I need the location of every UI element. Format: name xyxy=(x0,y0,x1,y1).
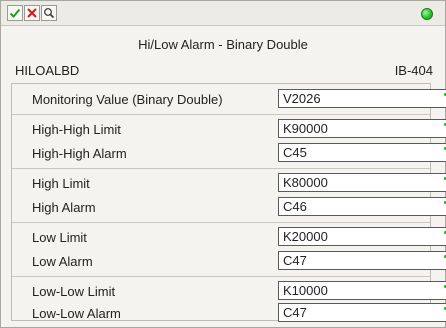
param-label: High-High Alarm xyxy=(32,146,127,161)
param-row-high-high-alarm: High-High Alarm C45 xyxy=(12,140,446,166)
param-label: Monitoring Value (Binary Double) xyxy=(32,92,223,107)
accept-button[interactable] xyxy=(7,5,23,21)
monitoring-value-field[interactable]: V2026 xyxy=(278,89,446,108)
param-row-low-limit: Low Limit K20000 xyxy=(12,224,446,250)
low-low-alarm-field[interactable]: C47 xyxy=(278,303,446,322)
parameter-panel: Monitoring Value (Binary Double) V2026 H… xyxy=(11,83,446,322)
param-row-high-limit: High Limit K80000 xyxy=(12,170,446,196)
accept-icon xyxy=(9,8,21,18)
instruction-dialog: Hi/Low Alarm - Binary Double HILOALBD IB… xyxy=(0,0,446,328)
high-alarm-field[interactable]: C46 xyxy=(278,197,446,216)
param-row-monitoring-value: Monitoring Value (Binary Double) V2026 xyxy=(12,86,446,112)
cancel-button[interactable] xyxy=(24,5,40,21)
param-label: Low Alarm xyxy=(32,254,93,269)
high-high-alarm-field[interactable]: C45 xyxy=(278,143,446,162)
param-row-low-alarm: Low Alarm C47 xyxy=(12,248,446,274)
low-limit-field[interactable]: K20000 xyxy=(278,227,446,246)
param-row-high-alarm: High Alarm C46 xyxy=(12,194,446,220)
param-label: Low-Low Alarm xyxy=(32,306,121,321)
cancel-icon xyxy=(27,8,37,18)
status-led-icon xyxy=(421,8,433,20)
instruction-code: HILOALBD xyxy=(15,63,80,78)
param-label: Low Limit xyxy=(32,230,87,245)
param-label: Low-Low Limit xyxy=(32,284,116,299)
param-label: High-High Limit xyxy=(32,122,121,137)
high-high-limit-field[interactable]: K90000 xyxy=(278,119,446,138)
divider xyxy=(12,276,430,277)
divider xyxy=(12,168,430,169)
low-alarm-field[interactable]: C47 xyxy=(278,251,446,270)
high-limit-field[interactable]: K80000 xyxy=(278,173,446,192)
help-button[interactable] xyxy=(41,5,57,21)
low-low-limit-field[interactable]: K10000 xyxy=(278,281,446,300)
toolbar xyxy=(1,1,445,26)
param-label: High Limit xyxy=(32,176,90,191)
param-row-low-low-alarm: Low-Low Alarm C47 xyxy=(12,300,446,326)
dialog-title: Hi/Low Alarm - Binary Double xyxy=(138,37,308,52)
param-row-high-high-limit: High-High Limit K90000 xyxy=(12,116,446,142)
param-label: High Alarm xyxy=(32,200,96,215)
divider xyxy=(12,114,430,115)
help-icon xyxy=(44,8,55,19)
instruction-id: IB-404 xyxy=(394,63,433,78)
divider xyxy=(12,222,430,223)
